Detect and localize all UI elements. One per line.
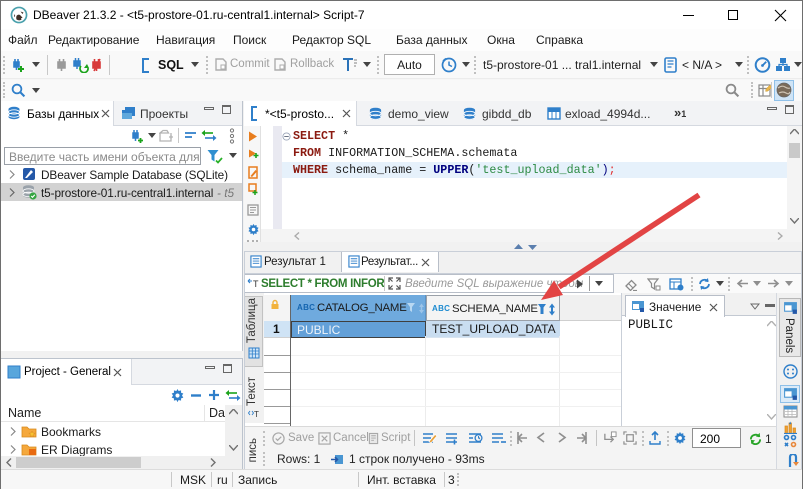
svg-text:T: T bbox=[253, 279, 259, 289]
svg-text:T: T bbox=[254, 410, 259, 419]
